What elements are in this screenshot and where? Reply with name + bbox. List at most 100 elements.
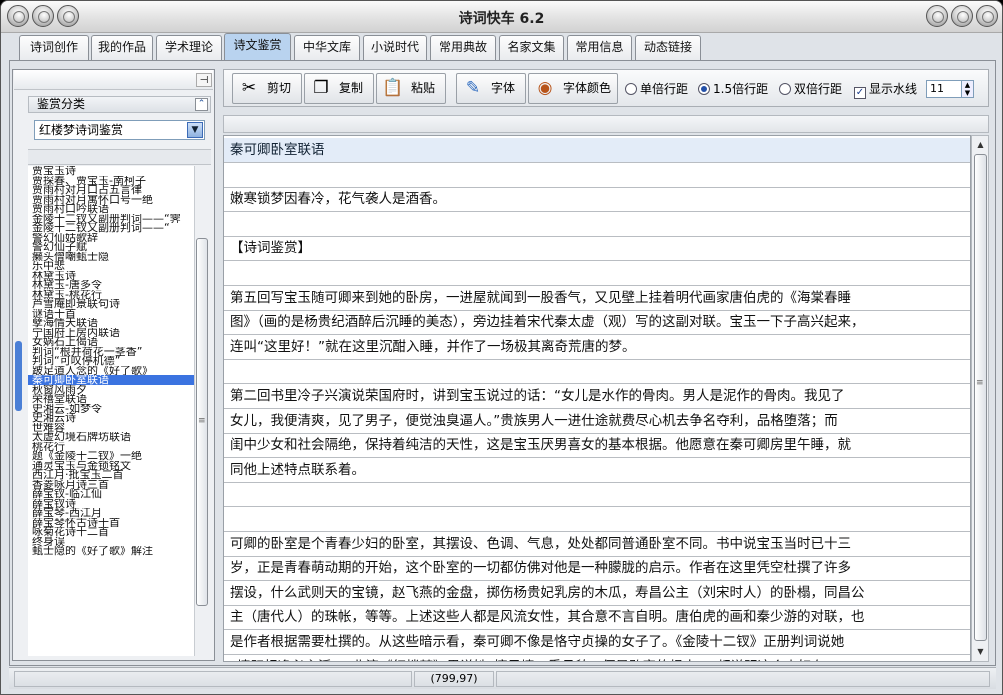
editor-toolbar: ✂ 剪切 ❐ 复制 📋 粘贴 ✎ 字体 ◉ 字体颜色 单倍行距 1.5倍行距 双… — [223, 69, 989, 107]
editor-scroll-thumb[interactable] — [974, 154, 987, 641]
list-item[interactable]: 贾探春、贾宝玉-南柯子 — [28, 176, 194, 186]
font-color-label: 字体颜色 — [563, 81, 612, 95]
list-item[interactable]: 癞头僧嘲甄士隐 — [28, 252, 194, 262]
chevron-down-icon[interactable]: ▼ — [187, 122, 203, 138]
collapse-icon[interactable]: ⌃ — [195, 98, 208, 111]
tab-appreciation[interactable]: 诗文鉴赏 — [224, 33, 291, 61]
category-select[interactable]: 红楼梦诗词鉴赏 ▼ — [34, 120, 205, 140]
list-item[interactable]: 乐中悲 — [28, 261, 194, 271]
list-item[interactable]: 香菱咏月诗三首 — [28, 480, 194, 490]
category-section-title: 鉴赏分类 — [37, 97, 86, 111]
tab-allusions[interactable]: 常用典故 — [430, 35, 496, 60]
list-item[interactable]: 甄士隐的《好了歌》解注 — [28, 546, 194, 556]
tab-poetry-create[interactable]: 诗词创作 — [19, 35, 89, 60]
tab-academic[interactable]: 学术理论 — [156, 35, 222, 60]
watermark-checkbox[interactable]: ✓ 显示水线 — [854, 82, 917, 99]
list-item[interactable]: 金陵十二钗又副册判词——“霁 — [28, 214, 194, 224]
list-item[interactable]: 史湘云-如梦令 — [28, 404, 194, 414]
copy-button[interactable]: ❐ 复制 — [304, 73, 374, 104]
font-size-stepper[interactable]: 11 ▲ ▼ — [926, 80, 974, 98]
poem-list-scrollbar[interactable]: ≡ — [194, 166, 209, 656]
editor-line: “情既相逢必主淫”，曲演《红楼梦》里说她“擅风情、秉月貌，便是败家的根本”，都说… — [224, 655, 970, 661]
tab-dynamic-links[interactable]: 动态链接 — [635, 35, 701, 60]
paste-button[interactable]: 📋 粘贴 — [376, 73, 446, 104]
close-button[interactable] — [976, 5, 998, 27]
copy-label: 复制 — [339, 81, 364, 95]
editor-line: 闺中少女和社会隔绝，保持着纯洁的天性，这是宝玉厌男喜女的基本根据。他愿意在秦可卿… — [224, 433, 970, 459]
list-item[interactable]: 太虚幻境石牌坊联语 — [28, 432, 194, 442]
spacing-double-label: 双倍行距 — [794, 82, 843, 96]
list-item[interactable]: 林黛玉-唐多令 — [28, 280, 194, 290]
list-item[interactable]: 贾宝玉诗 — [28, 166, 194, 176]
editor-line: 图》（画的是杨贵纪酒醉后沉睡的美态），旁边挂着宋代秦太虚（观）写的这副对联。宝玉… — [224, 310, 970, 336]
list-item[interactable]: 女娲石上偈语 — [28, 337, 194, 347]
list-item[interactable]: 判词“可叹停机德” — [28, 356, 194, 366]
list-item[interactable]: 跛足道人念的《好了歌》 — [28, 366, 194, 376]
list-item[interactable]: 金陵十二钗又副册判词——“ — [28, 223, 194, 233]
pin-icon[interactable]: ⊣ — [196, 73, 212, 87]
list-item[interactable]: 世难容 — [28, 423, 194, 433]
font-button[interactable]: ✎ 字体 — [456, 73, 526, 104]
radio-icon — [779, 83, 791, 95]
list-header-bar — [28, 149, 211, 165]
list-item[interactable]: 林黛玉诗 — [28, 271, 194, 281]
status-cell-left — [14, 671, 412, 687]
list-item[interactable]: 谜语十首 — [28, 309, 194, 319]
list-item[interactable]: 贾雨村对月口占五言律 — [28, 185, 194, 195]
minimize-button[interactable] — [926, 5, 948, 27]
spacing-onehalf-radio[interactable]: 1.5倍行距 — [698, 82, 768, 96]
spacing-single-label: 单倍行距 — [640, 82, 689, 96]
list-item[interactable]: 孽海情天联语 — [28, 318, 194, 328]
scroll-down-icon[interactable]: ▼ — [974, 645, 987, 659]
list-item[interactable]: 薛宝钗-临江仙 — [28, 489, 194, 499]
list-item[interactable]: 秦可卿卧室联语 — [28, 375, 194, 385]
font-color-icon: ◉ — [537, 78, 553, 98]
list-item[interactable]: 警幻仙子赋 — [28, 242, 194, 252]
editor-line — [224, 359, 970, 385]
tab-chinese-library[interactable]: 中华文库 — [294, 35, 360, 60]
list-item[interactable]: 芦雪庵即景联句诗 — [28, 299, 194, 309]
spacing-double-radio[interactable]: 双倍行距 — [779, 82, 842, 96]
list-item[interactable]: 题《金陵十二钗》一绝 — [28, 451, 194, 461]
list-item[interactable]: 西江月·批宝玉二首 — [28, 470, 194, 480]
list-item[interactable]: 贾雨村对月寓怀口号一绝 — [28, 195, 194, 205]
scroll-up-icon[interactable]: ▲ — [974, 138, 987, 152]
list-item[interactable]: 秋窗风雨夕 — [28, 385, 194, 395]
list-item[interactable]: 薛宝钗诗 — [28, 499, 194, 509]
text-editor[interactable]: 秦可卿卧室联语 嫩寒锁梦因春冷，花气袭人是酒香。 【诗词鉴赏】 第五回写宝玉随可卿来到… — [223, 135, 971, 662]
list-item[interactable]: 贾雨村口吟联语 — [28, 204, 194, 214]
grip-icon: ≡ — [976, 378, 984, 388]
list-item[interactable]: 宁国府上房内联语 — [28, 328, 194, 338]
list-item[interactable]: 荣禧堂联语 — [28, 394, 194, 404]
editor-line: 是作者根据需要杜撰的。从这些暗示看，秦可卿不像是恪守贞操的女子了。《金陵十二钗》… — [224, 630, 970, 655]
tab-novel[interactable]: 小说时代 — [363, 35, 427, 60]
list-item[interactable]: 警幻仙姑歌辞 — [28, 233, 194, 243]
list-item[interactable]: 史湘云诗 — [28, 413, 194, 423]
editor-line: 同他上述特点联系着。 — [224, 458, 970, 483]
list-item[interactable]: 咏菊花诗十二首 — [28, 527, 194, 537]
title-bar: 诗词快车 6.2 — [1, 1, 1002, 33]
cut-button[interactable]: ✂ 剪切 — [232, 73, 302, 104]
tab-famous-works[interactable]: 名家文集 — [499, 35, 564, 60]
list-item[interactable]: 通灵宝玉与金锁铭文 — [28, 461, 194, 471]
tab-my-works[interactable]: 我的作品 — [91, 35, 153, 60]
list-item[interactable]: 终身误 — [28, 537, 194, 547]
editor-line: 连叫“这里好！”就在这里沉酣入睡，并作了一场极其离奇荒唐的梦。 — [224, 335, 970, 360]
list-item[interactable]: 判词“根并荷花一茎香” — [28, 347, 194, 357]
maximize-button[interactable] — [951, 5, 973, 27]
status-cell-right — [496, 671, 990, 687]
list-item[interactable]: 桃花行 — [28, 442, 194, 452]
font-color-button[interactable]: ◉ 字体颜色 — [528, 73, 618, 104]
editor-scrollbar[interactable]: ▲ ≡ ▼ — [971, 135, 989, 662]
sidebar-resize-handle[interactable] — [15, 341, 22, 411]
list-item[interactable]: 林黛玉-桃花行 — [28, 290, 194, 300]
poem-list[interactable]: 贾宝玉诗 贾探春、贾宝玉-南柯子 贾雨村对月口占五言律 贾雨村对月寓怀口号一绝 贾雨村口… — [28, 166, 194, 656]
stepper-arrows-icon[interactable]: ▲ ▼ — [961, 81, 973, 97]
clipboard-icon: 📋 — [382, 78, 404, 98]
status-bar: (799,97) — [9, 667, 996, 689]
list-item[interactable]: 薛宝琴怀古诗十首 — [28, 518, 194, 528]
list-item[interactable]: 薛宝琴-西江月 — [28, 508, 194, 518]
editor-line: 第二回书里冷子兴演说荣国府时，讲到宝玉说过的话：“女儿是水作的骨肉。男人是泥作的… — [224, 384, 970, 409]
tab-common-info[interactable]: 常用信息 — [567, 35, 632, 60]
spacing-single-radio[interactable]: 单倍行距 — [625, 82, 688, 96]
